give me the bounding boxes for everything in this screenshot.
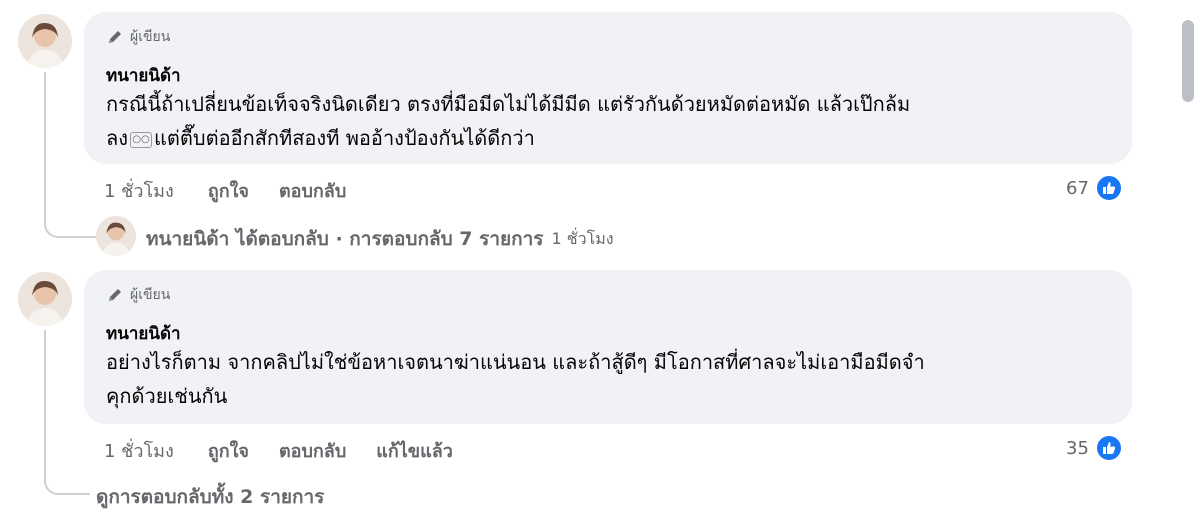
like-button[interactable]: ถูกใจ (208, 436, 249, 465)
scrollbar-thumb[interactable] (1182, 20, 1194, 102)
comment-text-line-2: ลง ○○ แต่ตื๊บต่ออีกสักทีสองที พออ้างป้องกั… (106, 126, 535, 150)
comment-time[interactable]: 1 ชั่วโมง (104, 436, 174, 465)
comment-bubble: ผู้เขียน ทนายนิด้า กรณีนี้ถ้าเปลี่ยนข้อเ… (84, 12, 1132, 164)
like-button[interactable]: ถูกใจ (208, 176, 249, 205)
author-badge-label: ผู้เขียน (130, 287, 171, 303)
comment-author[interactable]: ทนายนิด้า (106, 62, 181, 89)
comment-bubble: ผู้เขียน ทนายนิด้า อย่างไรก็ตาม จากคลิปไ… (84, 270, 1132, 424)
view-replies-link[interactable]: ทนายนิด้า ได้ตอบกลับ · การตอบกลับ 7 รายก… (146, 224, 614, 254)
comment-actions: 1 ชั่วโมง ถูกใจ ตอบกลับ แก้ไขแล้ว (104, 436, 483, 465)
edited-label[interactable]: แก้ไขแล้ว (376, 436, 453, 465)
like-icon (1094, 434, 1123, 462)
author-badge-label: ผู้เขียน (130, 29, 171, 45)
comment-time[interactable]: 1 ชั่วโมง (104, 176, 174, 205)
reaction-count: 35 (1066, 437, 1089, 459)
comment-text-line-1: อย่างไรก็ตาม จากคลิปไม่ใช่ข้อหาเจตนาฆ่าแ… (106, 350, 925, 374)
reply-button[interactable]: ตอบกลับ (279, 176, 346, 205)
thread-line-2 (44, 330, 46, 470)
emoji-icon: ○○ (130, 131, 153, 148)
comment-author[interactable]: ทนายนิด้า (106, 320, 181, 347)
avatar[interactable] (18, 272, 72, 326)
comment-text-line-1: กรณีนี้ถ้าเปลี่ยนข้อเท็จจริงนิดเดียว ตรง… (106, 92, 911, 116)
reply-avatar[interactable] (96, 216, 136, 256)
pencil-icon (109, 289, 121, 301)
pencil-icon (109, 31, 121, 43)
reaction-summary[interactable]: 35 (1066, 434, 1123, 462)
reaction-count: 67 (1066, 177, 1089, 199)
replies-summary-time: 1 ชั่วโมง (551, 228, 614, 248)
author-badge: ผู้เขียน (106, 284, 170, 306)
thread-curve-view-all (44, 455, 90, 495)
reply-button[interactable]: ตอบกลับ (279, 436, 346, 465)
view-all-replies-link[interactable]: ดูการตอบกลับทั้ง 2 รายการ (96, 482, 324, 512)
comment-text-line-2: คุกด้วยเช่นกัน (106, 384, 228, 408)
replies-summary-text: ทนายนิด้า ได้ตอบกลับ · การตอบกลับ 7 รายก… (146, 228, 544, 250)
avatar[interactable] (18, 14, 72, 68)
reaction-summary[interactable]: 67 (1066, 174, 1123, 202)
thread-curve-replies (44, 200, 96, 238)
like-icon (1094, 174, 1123, 202)
comment-actions: 1 ชั่วโมง ถูกใจ ตอบกลับ (104, 176, 376, 205)
author-badge: ผู้เขียน (106, 26, 170, 48)
